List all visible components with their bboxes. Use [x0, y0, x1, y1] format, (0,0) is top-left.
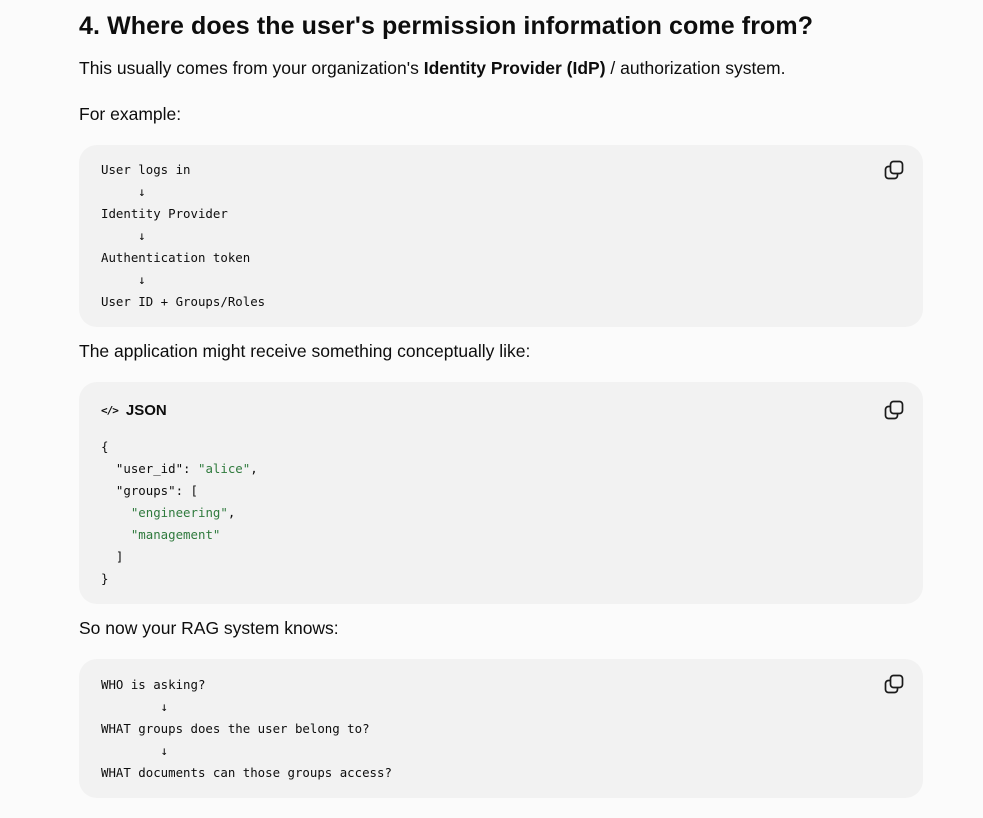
copy-icon — [884, 674, 904, 694]
code-line: WHO is asking? — [101, 677, 206, 692]
intro-text-after: / authorization system. — [605, 58, 786, 78]
copy-icon — [884, 400, 904, 420]
code-line: ↓ — [101, 743, 169, 758]
code-line: Authentication token — [101, 250, 251, 265]
code-line: WHAT groups does the user belong to? — [101, 721, 370, 736]
code-line: ↓ — [101, 184, 146, 199]
json-code: { "user_id": "alice", "groups": [ "engin… — [101, 436, 258, 590]
code-line: { — [101, 439, 109, 454]
flow-code-block: User logs in ↓ Identity Provider ↓ Authe… — [79, 145, 923, 327]
code-language-label: </> JSON — [101, 402, 167, 419]
code-line: WHAT documents can those groups access? — [101, 765, 392, 780]
code-line: ] — [101, 549, 124, 564]
flow-code: User logs in ↓ Identity Provider ↓ Authe… — [101, 159, 265, 313]
code-line: "user_id": "alice", — [101, 461, 258, 476]
code-line: Identity Provider — [101, 206, 228, 221]
copy-code-button[interactable] — [883, 673, 905, 695]
intro-paragraph: This usually comes from your organizatio… — [79, 56, 786, 80]
code-line: "management" — [130, 527, 221, 542]
section-heading: 4. Where does the user's permission info… — [79, 12, 814, 40]
code-line: ↓ — [101, 228, 146, 243]
code-line: ↓ — [101, 699, 169, 714]
code-line: "engineering", — [130, 505, 236, 520]
for-example-paragraph: For example: — [79, 104, 182, 124]
json-code-block: </> JSON { "user_id": "alice", "groups":… — [79, 382, 923, 604]
rag-code-block: WHO is asking? ↓ WHAT groups does the us… — [79, 659, 923, 798]
app-receives-paragraph: The application might receive something … — [79, 341, 531, 361]
code-line: User logs in — [101, 162, 191, 177]
code-line: } — [101, 571, 109, 586]
copy-code-button[interactable] — [883, 399, 905, 421]
code-icon: </> — [101, 404, 119, 417]
copy-icon — [884, 160, 904, 180]
code-language-name: JSON — [125, 402, 167, 419]
code-line: ↓ — [101, 272, 146, 287]
intro-text-bold: Identity Provider (IdP) — [423, 58, 606, 78]
intro-text-before: This usually comes from your organizatio… — [79, 58, 424, 78]
code-line: "groups": [ — [101, 483, 198, 498]
copy-code-button[interactable] — [883, 159, 905, 181]
rag-code: WHO is asking? ↓ WHAT groups does the us… — [101, 674, 392, 784]
code-line: User ID + Groups/Roles — [101, 294, 266, 309]
rag-knows-paragraph: So now your RAG system knows: — [79, 618, 339, 638]
